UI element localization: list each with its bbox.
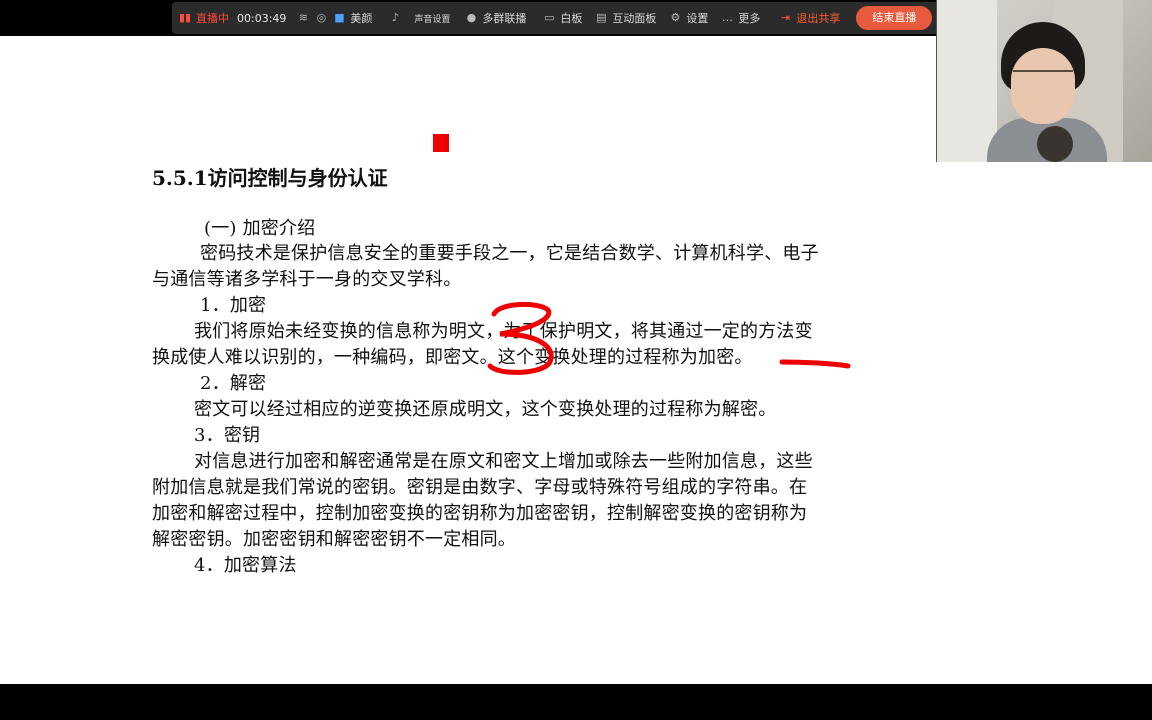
slide-content: 5.5.1访问控制与身份认证 (一) 加密介绍 密码技术是保护信息安全的重要手段…	[0, 36, 936, 684]
bottom-bar	[0, 684, 1152, 720]
status-icons: ≋ ◎ ■	[296, 12, 346, 24]
live-status: ▮▮ 直播中	[178, 10, 229, 26]
signal-bars-icon: ▮▮	[178, 11, 192, 24]
paragraph-line: 我们将原始未经变换的信息称为明文，为了保护明文，将其通过一定的方法变	[194, 321, 813, 342]
whiteboard-icon: ▭	[544, 11, 555, 24]
live-label: 直播中	[196, 12, 229, 25]
pointer-marker	[433, 134, 449, 152]
webcam-person-glasses	[1013, 70, 1073, 86]
camera-icon[interactable]: ■	[332, 12, 346, 24]
more-label: 更多	[738, 12, 761, 25]
screen: ▮▮ 直播中 00:03:49 ≋ ◎ ■ 美颜 ♪ 声音设置 ● 多群联播 ▭…	[0, 0, 1152, 720]
whiteboard-button[interactable]: ▭ 白板	[542, 10, 582, 26]
paragraph-line: 换成使人难以识别的，一种编码，即密文。这个变换处理的过程称为加密。	[152, 347, 753, 368]
shared-slide: 5.5.1访问控制与身份认证 (一) 加密介绍 密码技术是保护信息安全的重要手段…	[0, 0, 1152, 684]
slide-title: 5.5.1访问控制与身份认证	[152, 166, 388, 190]
ellipsis-icon: …	[721, 11, 733, 24]
webcam-microphone	[1037, 126, 1073, 162]
paragraph-line: 密码技术是保护信息安全的重要手段之一，它是结合数学、计算机科学、电子	[200, 243, 819, 264]
chat-icon: ▤	[596, 11, 607, 24]
microphone-icon: ♪	[391, 11, 399, 24]
exit-icon: ⇥	[780, 11, 791, 24]
gear-icon: ⚙	[670, 11, 681, 24]
beauty-label: 美颜	[350, 12, 373, 25]
mic-button[interactable]: ♪	[388, 12, 402, 24]
subheading-encryption: 1．加密	[200, 295, 267, 316]
paragraph-line: 对信息进行加密和解密通常是在原文和密文上增加或除去一些附加信息，这些	[194, 451, 813, 472]
settings-button[interactable]: ⚙ 设置	[668, 10, 708, 26]
paragraph-line: 密文可以经过相应的逆变换还原成明文，这个变换处理的过程称为解密。	[194, 399, 777, 420]
exit-share-label: 退出共享	[796, 12, 841, 25]
live-toolbar: ▮▮ 直播中 00:03:49 ≋ ◎ ■ 美颜 ♪ 声音设置 ● 多群联播 ▭…	[172, 2, 980, 34]
subheading-decryption: 2．解密	[200, 373, 267, 394]
sound-settings-button[interactable]: 声音设置	[414, 12, 450, 25]
live-timer: 00:03:49	[237, 11, 287, 25]
paragraph-line: 与通信等诸多学科于一身的交叉学科。	[152, 269, 462, 290]
section-heading: (一) 加密介绍	[204, 218, 316, 239]
subheading-algorithm: 4．加密算法	[194, 555, 297, 576]
interactive-panel-label: 互动面板	[612, 12, 657, 25]
webcam-view	[936, 0, 1152, 162]
settings-label: 设置	[686, 12, 709, 25]
subheading-key: 3．密钥	[194, 425, 261, 446]
beauty-button[interactable]: 美颜	[350, 10, 372, 26]
multi-group-label: 多群联播	[482, 12, 527, 25]
paragraph-line: 附加信息就是我们常说的密钥。密钥是由数字、字母或特殊符号组成的字符串。在	[152, 477, 808, 498]
multi-group-button[interactable]: ● 多群联播	[464, 10, 527, 26]
network-icon: ◎	[316, 11, 327, 24]
whiteboard-label: 白板	[560, 12, 583, 25]
webcam-person-face	[1011, 48, 1075, 124]
paragraph-line: 解密密钥。加密密钥和解密密钥不一定相同。	[152, 529, 516, 550]
paragraph-line: 加密和解密过程中，控制加密变换的密钥称为加密密钥，控制解密变换的密钥称为	[152, 503, 808, 524]
people-icon: ●	[466, 11, 477, 24]
exit-share-button[interactable]: ⇥ 退出共享	[778, 10, 841, 26]
end-live-button[interactable]: 结束直播	[856, 6, 933, 30]
interactive-panel-button[interactable]: ▤ 互动面板	[594, 10, 656, 26]
sound-settings-label: 声音设置	[414, 14, 451, 25]
annotation-underline-stroke	[779, 359, 851, 369]
wifi-icon: ≋	[298, 11, 309, 24]
more-button[interactable]: … 更多	[720, 10, 761, 26]
webcam-window-light	[937, 0, 997, 162]
